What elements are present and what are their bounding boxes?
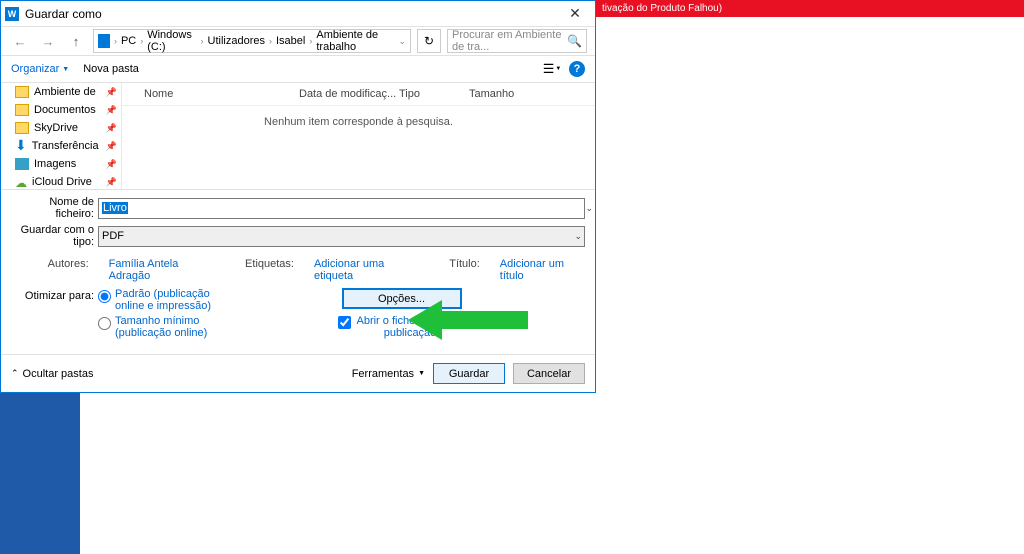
chevron-down-icon[interactable]: ⌄ — [398, 36, 406, 47]
dialog-title: Guardar como — [25, 7, 102, 21]
product-activation-banner: tivação do Produto Falhou) — [596, 0, 1024, 17]
pin-icon: 📌 — [106, 159, 117, 170]
optimize-label: Otimizar para: — [11, 288, 98, 302]
tags-value[interactable]: Adicionar uma etiqueta — [314, 258, 419, 282]
filetype-select[interactable]: PDF⌄ — [98, 226, 585, 247]
col-name[interactable]: Nome — [144, 88, 299, 100]
help-button[interactable]: ? — [569, 61, 585, 77]
chevron-right-icon: › — [140, 36, 143, 46]
filename-input[interactable]: Livro⌄ — [98, 198, 585, 219]
chevron-down-icon: ⌄ — [574, 231, 582, 242]
chevron-right-icon: › — [309, 36, 312, 46]
save-button[interactable]: Guardar — [433, 363, 505, 384]
pin-icon: 📌 — [106, 123, 117, 134]
view-options-button[interactable]: ☰▼ — [543, 60, 561, 78]
search-placeholder: Procurar em Ambiente de tra... — [452, 29, 567, 53]
cloud-icon: ☁ — [15, 176, 27, 188]
radio-minimum[interactable]: Tamanho mínimo (publicação online) — [98, 315, 218, 339]
chevron-down-icon: ▼ — [62, 66, 69, 73]
save-as-dialog: W Guardar como ✕ ← → ↑ › PC › Windows (C… — [0, 0, 596, 393]
radio-minimum-input[interactable] — [98, 317, 111, 330]
cancel-button[interactable]: Cancelar — [513, 363, 585, 384]
crumb-users[interactable]: Utilizadores — [208, 35, 265, 47]
title-label: Título: — [449, 258, 480, 270]
radio-standard-input[interactable] — [98, 290, 111, 303]
back-button[interactable]: ← — [9, 30, 31, 52]
tree-downloads[interactable]: ⬇Transferência📌 — [1, 137, 121, 155]
hide-folders-button[interactable]: ⌃Ocultar pastas — [11, 368, 93, 380]
tree-documents[interactable]: Documentos📌 — [1, 101, 121, 119]
crumb-windows[interactable]: Windows (C:) — [147, 29, 196, 53]
folder-icon — [15, 86, 29, 98]
options-button[interactable]: Opções... — [342, 288, 462, 309]
dialog-footer: ⌃Ocultar pastas Ferramentas▼ Guardar Can… — [1, 354, 595, 392]
chevron-right-icon: › — [114, 36, 117, 46]
authors-value[interactable]: Família Antela Adragão — [109, 258, 215, 282]
pin-icon: 📌 — [106, 177, 117, 188]
organize-menu[interactable]: Organizar▼ — [11, 63, 69, 75]
folder-icon — [15, 122, 29, 134]
download-icon: ⬇ — [15, 140, 27, 152]
refresh-button[interactable]: ↻ — [417, 29, 441, 53]
col-size[interactable]: Tamanho — [469, 88, 514, 100]
col-type[interactable]: Tipo — [399, 88, 469, 100]
search-input[interactable]: Procurar em Ambiente de tra... 🔍 — [447, 29, 587, 53]
chevron-up-icon: ⌃ — [11, 368, 19, 379]
pin-icon: 📌 — [106, 105, 117, 116]
folder-tree[interactable]: Ambiente de📌 Documentos📌 SkyDrive📌 ⬇Tran… — [1, 83, 122, 189]
pc-icon — [98, 34, 110, 48]
pin-icon: 📌 — [106, 141, 117, 152]
authors-label: Autores: — [11, 258, 89, 270]
pin-icon: 📌 — [106, 87, 117, 98]
forward-button: → — [37, 30, 59, 52]
chevron-down-icon[interactable]: ⌄ — [585, 203, 593, 214]
close-button[interactable]: ✕ — [555, 1, 595, 26]
crumb-user[interactable]: Isabel — [276, 35, 305, 47]
tags-label: Etiquetas: — [245, 258, 294, 270]
col-date[interactable]: Data de modificaç... — [299, 88, 399, 100]
address-bar[interactable]: › PC › Windows (C:) › Utilizadores › Isa… — [93, 29, 411, 53]
toolbar: Organizar▼ Nova pasta ☰▼ ? — [1, 55, 595, 83]
chevron-down-icon: ▼ — [418, 370, 425, 377]
title-value[interactable]: Adicionar um título — [500, 258, 585, 282]
tree-desktop[interactable]: Ambiente de📌 — [1, 83, 121, 101]
nav-row: ← → ↑ › PC › Windows (C:) › Utilizadores… — [1, 26, 595, 55]
tree-icloud[interactable]: ☁iCloud Drive📌 — [1, 173, 121, 189]
crumb-pc[interactable]: PC — [121, 35, 136, 47]
pictures-icon — [15, 158, 29, 170]
filename-label: Nome de ficheiro: — [11, 196, 98, 220]
chevron-right-icon: › — [201, 36, 204, 46]
empty-message: Nenhum item corresponde à pesquisa. — [122, 106, 595, 128]
radio-standard[interactable]: Padrão (publicação online e impressão) — [98, 288, 218, 312]
crumb-desktop[interactable]: Ambiente de trabalho — [316, 29, 394, 53]
dialog-body: Ambiente de📌 Documentos📌 SkyDrive📌 ⬇Tran… — [1, 83, 595, 189]
form-area: Nome de ficheiro: Livro⌄ Guardar com o t… — [1, 189, 595, 354]
title-bar: W Guardar como ✕ — [1, 1, 595, 26]
folder-icon — [15, 104, 29, 116]
chevron-right-icon: › — [269, 36, 272, 46]
column-headers[interactable]: Nome Data de modificaç... Tipo Tamanho — [122, 83, 595, 106]
new-folder-button[interactable]: Nova pasta — [83, 63, 139, 75]
open-after-checkbox[interactable]: Abrir o ficheiro após a publicação — [338, 315, 465, 339]
tree-skydrive[interactable]: SkyDrive📌 — [1, 119, 121, 137]
filetype-label: Guardar com o tipo: — [11, 224, 98, 248]
file-list[interactable]: Nome Data de modificaç... Tipo Tamanho N… — [122, 83, 595, 189]
search-icon: 🔍 — [567, 34, 582, 48]
word-icon: W — [5, 7, 19, 21]
up-button[interactable]: ↑ — [65, 30, 87, 52]
tree-pictures[interactable]: Imagens📌 — [1, 155, 121, 173]
tools-menu[interactable]: Ferramentas▼ — [352, 368, 425, 380]
open-after-input[interactable] — [338, 316, 351, 329]
